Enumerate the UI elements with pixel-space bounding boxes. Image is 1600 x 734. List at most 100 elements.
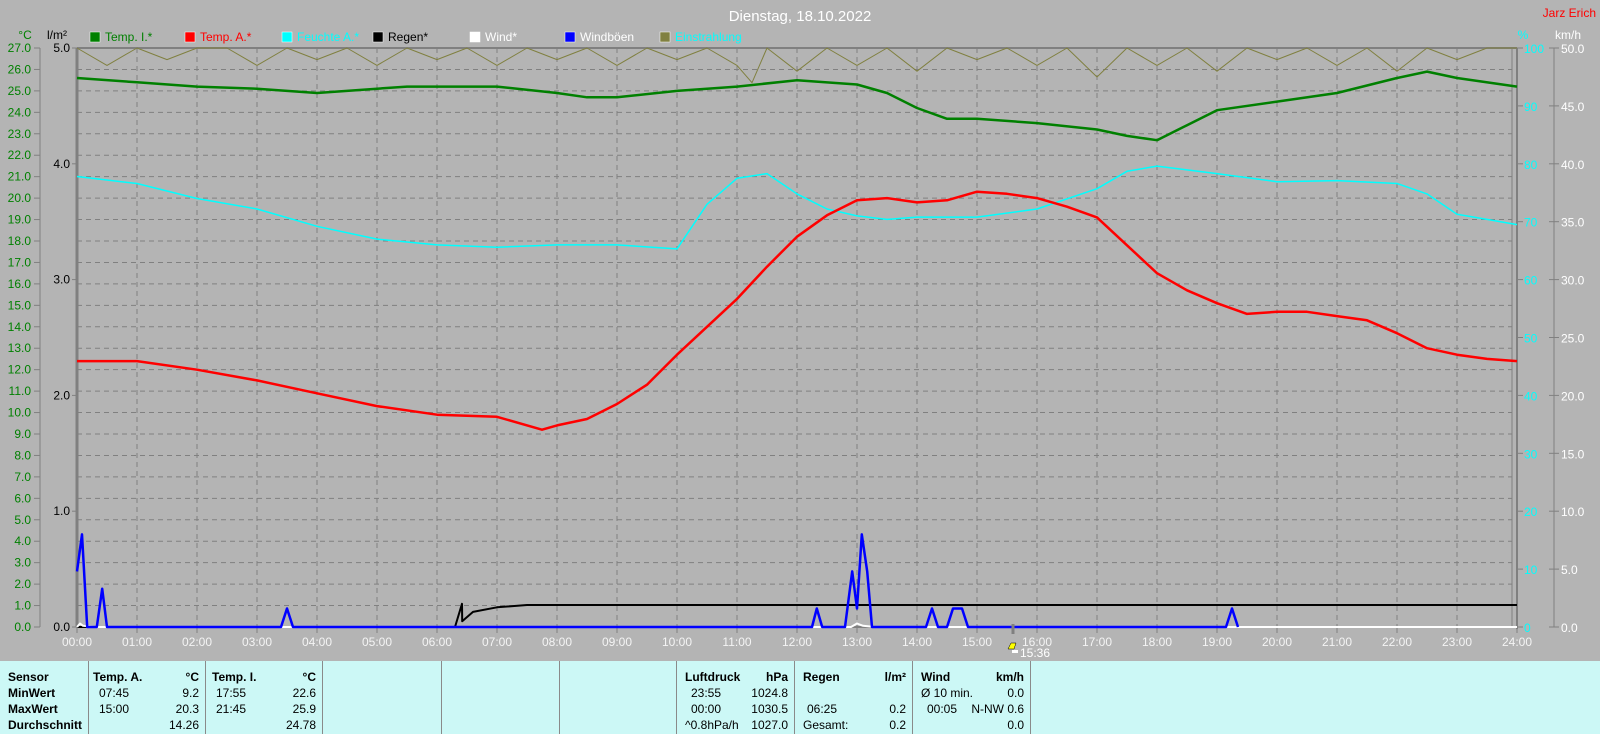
- legend-label: Feuchte A.*: [297, 30, 359, 44]
- legend-label: Temp. I.*: [105, 30, 153, 44]
- rain-total-label: Gesamt:: [803, 718, 849, 732]
- wind-header: Wind: [921, 670, 951, 684]
- temp-tick-label: 13.0: [8, 341, 32, 355]
- temp-tick-label: 3.0: [14, 556, 31, 570]
- rain-total-value: 0.2: [889, 718, 906, 732]
- x-tick-label: 11:00: [722, 635, 751, 649]
- humidity-tick-label: 100: [1524, 42, 1544, 56]
- temp-tick-label: 22.0: [8, 148, 32, 162]
- pressure-max-value: 1030.5: [751, 702, 788, 716]
- temp-tick-label: 1.0: [14, 599, 31, 613]
- temp-tick-label: 14.0: [8, 320, 32, 334]
- x-tick-label: 18:00: [1142, 635, 1172, 649]
- temp-a-max-time: 15:00: [99, 702, 130, 716]
- x-tick-label: 02:00: [182, 635, 212, 649]
- wind-tick-label: 35.0: [1561, 216, 1585, 230]
- summary-table: Sensor MinWert MaxWert Durchschnitt Temp…: [0, 661, 1600, 734]
- temp-a-avg-value: 14.26: [168, 718, 199, 732]
- pressure-header: Luftdruck: [685, 670, 741, 684]
- temp-tick-label: 26.0: [8, 62, 32, 76]
- temp-a-header: Temp. A.: [93, 670, 143, 684]
- temp-a-unit: °C: [185, 670, 199, 684]
- rain-max-value: 0.2: [889, 702, 906, 716]
- x-tick-label: 10:00: [662, 635, 692, 649]
- rain-tick-label: 2.0: [53, 388, 70, 402]
- rain-tick-label: 0.0: [53, 620, 70, 634]
- rain-header: Regen: [803, 670, 840, 684]
- sensor-header: Sensor: [8, 670, 49, 684]
- x-tick-label: 22:00: [1382, 635, 1412, 649]
- axes: 0.0 1.0 2.0 3.0 4.0 5.0 6.0 7.0 8.0 9.0 10.0 11.0 12…: [8, 41, 1585, 649]
- x-tick-label: 20:00: [1262, 635, 1292, 649]
- humidity-tick-label: 10: [1524, 563, 1538, 577]
- legend-label: Regen*: [388, 30, 428, 44]
- temp-a-column: Temp. A. °C 07:45 9.2 15:00 20.3 14.26: [89, 661, 206, 734]
- author-label: Jarz Erich: [1543, 6, 1596, 20]
- temp-i-min-time: 17:55: [216, 686, 247, 700]
- temp-tick-label: 27.0: [8, 41, 32, 55]
- chart-title: Dienstag, 18.10.2022: [729, 8, 872, 25]
- temp-tick-label: 17.0: [8, 255, 32, 269]
- legend-swatch-2: [281, 31, 293, 43]
- x-tick-label: 24:00: [1502, 635, 1532, 649]
- rain-tick-label: 1.0: [53, 504, 70, 518]
- legend-swatch-3: [372, 31, 384, 43]
- temp-tick-label: 24.0: [8, 105, 32, 119]
- wind-third-value: 0.0: [1007, 718, 1024, 732]
- x-tick-label: 05:00: [362, 635, 392, 649]
- x-tick-label: 23:00: [1442, 635, 1472, 649]
- temp-tick-label: 4.0: [14, 534, 31, 548]
- temp-i-max-value: 25.9: [292, 702, 316, 716]
- temp-i-avg-value: 24.78: [285, 718, 316, 732]
- x-tick-label: 06:00: [422, 635, 452, 649]
- temp-tick-label: 15.0: [8, 298, 32, 312]
- temp-tick-label: 16.0: [8, 277, 32, 291]
- x-tick-label: 15:00: [962, 635, 992, 649]
- pressure-unit: hPa: [765, 670, 788, 684]
- rain-tick-label: 4.0: [53, 157, 70, 171]
- temp-i-min-value: 22.6: [292, 686, 316, 700]
- temp-tick-label: 11.0: [9, 384, 32, 398]
- axis-unit-humidity: %: [1518, 28, 1529, 42]
- cloud-icon: [1012, 650, 1018, 653]
- row-label-max: MaxWert: [8, 702, 58, 716]
- wind-max-time: 00:05: [927, 702, 958, 716]
- axis-unit-temp: °C: [18, 28, 32, 42]
- sensor-column: Sensor MinWert MaxWert Durchschnitt: [0, 661, 89, 734]
- rain-unit: l/m²: [884, 670, 906, 684]
- rain-max-time: 06:25: [807, 702, 838, 716]
- humidity-tick-label: 50: [1524, 332, 1538, 346]
- x-tick-label: 01:00: [122, 635, 152, 649]
- wind-tick-label: 20.0: [1561, 389, 1585, 403]
- temp-i-column: Temp. I. °C 17:55 22.6 21:45 25.9 24.78: [206, 661, 323, 734]
- legend-swatch-1: [184, 31, 196, 43]
- axis-unit-wind: km/h: [1555, 28, 1581, 42]
- legend-label: Temp. A.*: [200, 30, 252, 44]
- legend-swatch-4: [469, 31, 481, 43]
- temp-tick-label: 6.0: [14, 491, 31, 505]
- temp-tick-label: 12.0: [8, 363, 32, 377]
- wind-unit: km/h: [995, 670, 1024, 684]
- axis-unit-rain: l/m²: [47, 28, 67, 42]
- legend-label: Windböen: [580, 30, 634, 44]
- current-time-label: 15:36: [1020, 646, 1050, 660]
- temp-i-unit: °C: [302, 670, 316, 684]
- x-tick-label: 17:00: [1082, 635, 1112, 649]
- humidity-tick-label: 60: [1524, 274, 1538, 288]
- rain-tick-label: 5.0: [53, 41, 70, 55]
- temp-tick-label: 0.0: [14, 620, 31, 634]
- wind-tick-label: 40.0: [1561, 158, 1585, 172]
- legend-swatch-0: [89, 31, 101, 43]
- humidity-tick-label: 30: [1524, 447, 1538, 461]
- wind-tick-label: 5.0: [1561, 563, 1578, 577]
- temp-tick-label: 2.0: [14, 577, 31, 591]
- wind-avg-value: 0.0: [1007, 686, 1024, 700]
- legend-label: Wind*: [485, 30, 517, 44]
- pressure-max-time: 00:00: [691, 702, 722, 716]
- humidity-tick-label: 90: [1524, 100, 1538, 114]
- temp-tick-label: 21.0: [8, 170, 32, 184]
- wind-max-value: N-NW 0.6: [971, 702, 1024, 716]
- temp-tick-label: 19.0: [8, 213, 32, 227]
- x-tick-label: 19:00: [1202, 635, 1232, 649]
- temp-a-min-time: 07:45: [99, 686, 130, 700]
